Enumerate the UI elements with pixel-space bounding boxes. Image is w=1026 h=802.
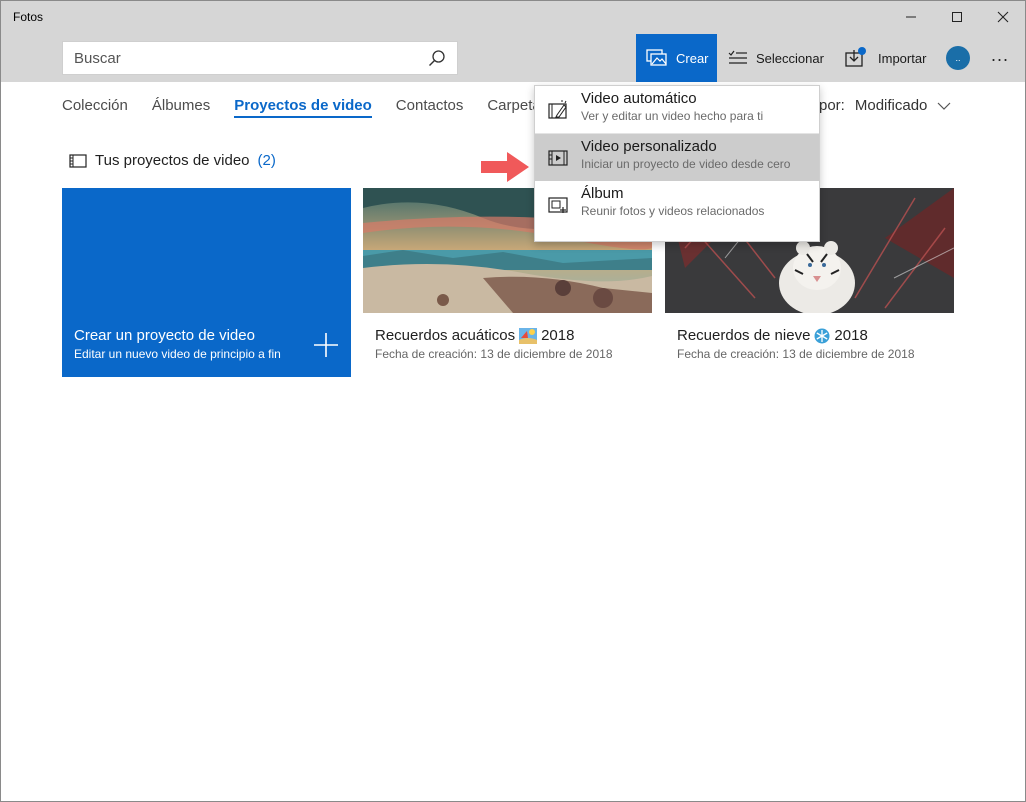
- tab-albumes[interactable]: Álbumes: [152, 97, 210, 118]
- new-video-project-tile[interactable]: Crear un proyecto de video Editar un nue…: [62, 188, 351, 377]
- app-title: Fotos: [13, 10, 44, 24]
- beach-emoji-icon: [519, 327, 538, 344]
- maximize-icon: [952, 12, 962, 22]
- auto-video-icon: [535, 86, 581, 133]
- custom-video-icon: [535, 134, 581, 181]
- project-year: 2018: [541, 327, 575, 344]
- select-label: Seleccionar: [756, 50, 824, 66]
- red-arrow-annotation: [481, 152, 529, 182]
- menu-item-title: Video personalizado: [581, 138, 717, 155]
- project-title-text: Recuerdos de nieve: [677, 327, 811, 344]
- menu-item-subtitle: Iniciar un proyecto de video desde cero: [581, 157, 791, 171]
- checklist-icon: [728, 50, 747, 64]
- minimize-button[interactable]: [888, 1, 934, 33]
- create-button[interactable]: Crear: [636, 34, 717, 82]
- section-header: Tus proyectos de video (2): [69, 152, 276, 169]
- menu-item-subtitle: Ver y editar un video hecho para ti: [581, 109, 764, 123]
- section-title: Tus proyectos de video: [95, 152, 250, 169]
- nav-tabs: Colección Álbumes Proyectos de video Con…: [62, 97, 565, 118]
- search-icon[interactable]: [417, 42, 457, 74]
- menu-item-title: Álbum: [581, 185, 624, 202]
- project-date: Fecha de creación: 13 de diciembre de 20…: [375, 347, 613, 361]
- video-project-icon: [69, 153, 87, 168]
- plus-icon: [314, 333, 338, 357]
- sort-prefix: por:: [819, 97, 845, 114]
- import-icon: [845, 47, 866, 67]
- more-options-button[interactable]: ...: [991, 45, 1009, 66]
- import-label: Importar: [878, 50, 927, 66]
- project-title-text: Recuerdos acuáticos: [375, 327, 516, 344]
- snowflake-icon: [814, 328, 830, 343]
- menu-item-album[interactable]: Álbum Reunir fotos y videos relacionados: [535, 181, 819, 228]
- chevron-down-icon: [937, 102, 951, 110]
- new-project-subtitle: Editar un nuevo video de principio a fin: [74, 347, 281, 361]
- project-title: Recuerdos de nieve 2018: [677, 327, 868, 344]
- title-toolbar: Fotos Buscar Crear Seleccionar Importar …: [1, 1, 1025, 82]
- maximize-button[interactable]: [934, 1, 980, 33]
- project-date: Fecha de creación: 13 de diciembre de 20…: [677, 347, 915, 361]
- select-button[interactable]: Seleccionar: [728, 34, 824, 82]
- menu-item-video-personalizado[interactable]: Video personalizado Iniciar un proyecto …: [535, 134, 819, 181]
- create-label: Crear: [676, 50, 709, 66]
- sort-value: Modificado: [854, 97, 928, 114]
- tab-coleccion[interactable]: Colección: [62, 97, 128, 118]
- project-year: 2018: [834, 327, 868, 344]
- sort-dropdown[interactable]: por: Modificado: [819, 97, 951, 114]
- create-icon: [646, 49, 667, 66]
- minimize-icon: [906, 16, 916, 18]
- project-title: Recuerdos acuáticos 2018: [375, 327, 574, 344]
- menu-item-title: Video automático: [581, 90, 697, 107]
- account-avatar[interactable]: ..: [946, 46, 970, 70]
- close-icon: [997, 11, 1009, 23]
- close-button[interactable]: [980, 1, 1025, 33]
- tab-carpetas[interactable]: Carpeta: [487, 97, 540, 118]
- tab-contactos[interactable]: Contactos: [396, 97, 464, 118]
- section-count: (2): [257, 152, 276, 169]
- search-input[interactable]: Buscar: [63, 50, 417, 67]
- create-dropdown-menu: Video automático Ver y editar un video h…: [534, 85, 820, 242]
- tab-proyectos-video[interactable]: Proyectos de video: [234, 97, 372, 118]
- album-icon: [535, 181, 581, 228]
- menu-item-video-automatico[interactable]: Video automático Ver y editar un video h…: [535, 86, 819, 133]
- app-window: Fotos Buscar Crear Seleccionar Importar …: [0, 0, 1026, 802]
- menu-item-subtitle: Reunir fotos y videos relacionados: [581, 204, 765, 218]
- new-project-title: Crear un proyecto de video: [74, 327, 255, 344]
- search-box[interactable]: Buscar: [62, 41, 458, 75]
- import-button[interactable]: Importar: [844, 34, 926, 82]
